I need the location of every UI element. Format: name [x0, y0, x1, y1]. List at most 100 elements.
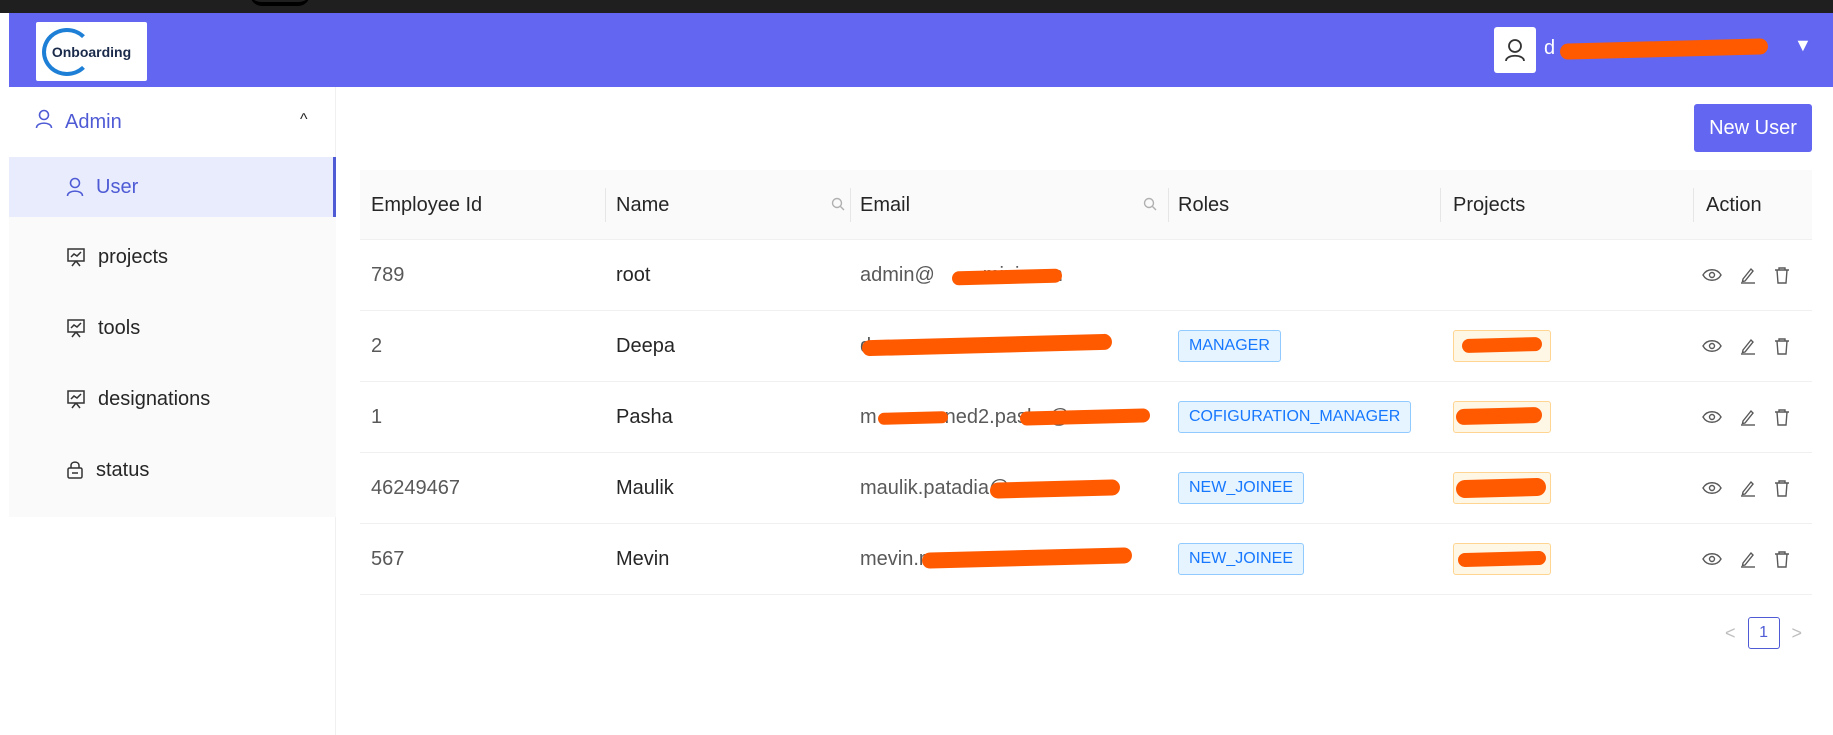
email-text: admin@ — [860, 263, 935, 286]
sidebar-item-label: User — [96, 175, 139, 198]
cropped-title-glyph — [250, 0, 310, 6]
column-divider — [605, 188, 606, 222]
role-tag: NEW_JOINEE — [1178, 543, 1305, 575]
role-tag: MANAGER — [1178, 330, 1281, 362]
sidebar: Admin ^ User projects tools designations… — [9, 87, 336, 735]
email-cell: d — [860, 311, 1160, 381]
row-actions — [1702, 240, 1790, 310]
edit-icon[interactable] — [1740, 550, 1756, 568]
email-cell: admin@ mini.com — [860, 240, 1160, 310]
view-icon[interactable] — [1702, 481, 1722, 495]
delete-icon[interactable] — [1774, 266, 1790, 284]
table-row: 789 root admin@ mini.com — [360, 240, 1812, 311]
row-actions — [1702, 453, 1790, 523]
sidebar-item-tools[interactable]: tools — [9, 298, 336, 358]
roles-cell: NEW_JOINEE — [1178, 453, 1305, 523]
collapse-caret-icon[interactable]: ^ — [300, 111, 308, 129]
user-menu-caret-icon[interactable]: ▼ — [1794, 35, 1812, 56]
email-text: m — [860, 405, 877, 428]
row-actions — [1702, 524, 1790, 594]
email-cell: mevin.m — [860, 524, 1160, 594]
lock-icon — [66, 460, 84, 480]
project-tag — [1453, 472, 1551, 504]
redaction-mark — [1455, 406, 1543, 426]
edit-icon[interactable] — [1740, 266, 1756, 284]
column-divider — [1440, 188, 1441, 222]
sidebar-item-designations[interactable]: designations — [9, 369, 336, 429]
user-icon — [35, 109, 53, 135]
roles-cell: MANAGER — [1178, 311, 1281, 381]
delete-icon[interactable] — [1774, 337, 1790, 355]
employee-id-cell: 567 — [371, 547, 405, 570]
window-top-strip — [0, 0, 1833, 13]
app-logo[interactable]: Onboarding — [36, 22, 147, 81]
redaction-mark — [1019, 408, 1151, 426]
view-icon[interactable] — [1702, 339, 1722, 353]
redaction-mark — [1559, 38, 1769, 60]
pagination: < 1 > — [1725, 617, 1802, 649]
roles-cell: NEW_JOINEE — [1178, 524, 1305, 594]
next-page-button[interactable]: > — [1792, 623, 1803, 644]
sidebar-item-label: designations — [98, 387, 211, 410]
column-header-email[interactable]: Email — [860, 170, 1165, 240]
email-cell: maulik.patadia@ — [860, 453, 1160, 523]
logo-text: Onboarding — [51, 43, 132, 60]
presentation-icon — [66, 318, 86, 338]
employee-id-cell: 1 — [371, 405, 383, 428]
sidebar-submenu: User projects tools designations status — [9, 157, 336, 517]
sidebar-item-label: projects — [98, 245, 169, 268]
search-icon[interactable] — [1143, 194, 1157, 217]
redaction-mark — [921, 547, 1133, 569]
column-divider — [1168, 188, 1169, 222]
edit-icon[interactable] — [1740, 408, 1756, 426]
redaction-mark — [877, 411, 949, 425]
row-actions — [1702, 311, 1790, 381]
table-row: 2 Deepa d MANAGER — [360, 311, 1812, 382]
user-name-text: d — [1544, 37, 1556, 59]
sidebar-item-projects[interactable]: projects — [9, 227, 336, 287]
column-header-employee-id[interactable]: Employee Id — [371, 170, 482, 240]
view-icon[interactable] — [1702, 410, 1722, 424]
sidebar-item-status[interactable]: status — [9, 440, 336, 500]
name-cell: Maulik — [616, 476, 674, 499]
presentation-icon — [66, 389, 86, 409]
view-icon[interactable] — [1702, 268, 1722, 282]
table-header: Employee Id Name Email Roles Projects Ac… — [360, 170, 1812, 240]
column-header-projects[interactable]: Projects — [1453, 170, 1525, 240]
redaction-mark — [989, 479, 1121, 499]
delete-icon[interactable] — [1774, 550, 1790, 568]
redaction-mark — [861, 333, 1113, 357]
table-row: 567 Mevin mevin.m NEW_JOINEE — [360, 524, 1812, 595]
column-header-roles[interactable]: Roles — [1178, 170, 1229, 240]
new-user-button[interactable]: New User — [1694, 104, 1812, 152]
employee-id-cell: 46249467 — [371, 476, 460, 499]
delete-icon[interactable] — [1774, 479, 1790, 497]
employee-id-cell: 789 — [371, 263, 405, 286]
user-avatar[interactable] — [1494, 27, 1536, 73]
user-name[interactable]: d — [1544, 33, 1784, 67]
column-header-name[interactable]: Name — [616, 170, 846, 240]
sidebar-item-user[interactable]: User — [9, 157, 336, 217]
redaction-mark — [1461, 336, 1543, 354]
user-icon — [66, 177, 84, 197]
project-tag — [1453, 330, 1551, 362]
edit-icon[interactable] — [1740, 479, 1756, 497]
redaction-mark — [951, 268, 1063, 286]
column-divider — [850, 188, 851, 222]
projects-cell — [1453, 311, 1551, 381]
name-cell: root — [616, 263, 651, 286]
search-icon[interactable] — [831, 194, 845, 217]
user-icon — [1505, 39, 1525, 62]
name-cell: Mevin — [616, 547, 670, 570]
table-row: 46249467 Maulik maulik.patadia@ NEW_JOIN… — [360, 453, 1812, 524]
view-icon[interactable] — [1702, 552, 1722, 566]
page-1-button[interactable]: 1 — [1747, 617, 1780, 649]
sidebar-item-label: tools — [98, 316, 141, 339]
delete-icon[interactable] — [1774, 408, 1790, 426]
prev-page-button[interactable]: < — [1725, 623, 1736, 644]
sidebar-group-admin[interactable]: Admin — [9, 87, 336, 157]
redaction-mark — [1455, 477, 1547, 499]
project-tag — [1453, 543, 1551, 575]
project-tag — [1453, 401, 1551, 433]
edit-icon[interactable] — [1740, 337, 1756, 355]
